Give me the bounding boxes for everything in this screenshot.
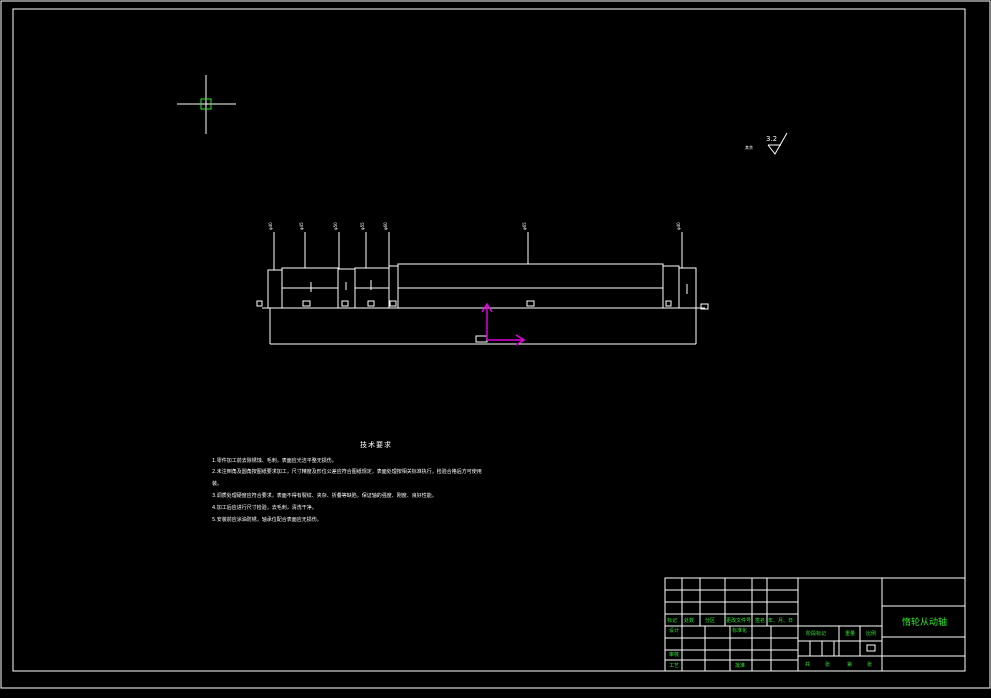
tb-label: 张 (825, 661, 830, 668)
tb-label: 标记 (667, 617, 677, 624)
tb-label: 设计 (669, 627, 679, 634)
roughness-symbol: 其余 3.2 (745, 132, 788, 155)
tb-label: 批准 (735, 662, 745, 669)
tb-label: 标准化 (732, 627, 747, 634)
dim-label: φ45 (299, 222, 304, 230)
title-block-labels: 标记 处数 分区 更改文件号 签名 年、月、日 设计 审核 工艺 标准化 批准 … (667, 616, 947, 669)
tb-label: 分区 (705, 617, 715, 624)
dim-label: φ60 (383, 222, 388, 230)
tech-note: 5.安装前应涂油防锈，轴承位配合表面应无损伤。 (212, 517, 322, 523)
tb-label: 张 (867, 661, 872, 668)
tb-label: 比例 (866, 630, 876, 637)
tech-note: 4.加工后应进行尺寸检验，去毛刺，清洗干净。 (212, 505, 317, 511)
tb-label: 重量 (845, 630, 855, 637)
tb-label: 工艺 (669, 663, 679, 669)
crosshair-cursor-icon[interactable] (177, 75, 236, 134)
tb-label: 共 (805, 661, 810, 668)
dim-label: φ50 (333, 222, 338, 230)
tech-note: 装。 (212, 481, 223, 487)
tb-label: 审核 (669, 651, 679, 658)
tech-note: 2.未注倒角及圆角按图纸要求加工，尺寸精度及形位公差应符合图纸规定，表面处理按相… (212, 469, 482, 475)
dim-label: φ65 (522, 222, 527, 230)
tech-note: 1.零件加工前去除锈蚀、毛刺，表面应光洁平整无损伤。 (212, 458, 337, 464)
dim-label: φ40 (268, 222, 273, 230)
dim-label: φ40 (676, 222, 681, 230)
shaft-drawing (256, 232, 709, 345)
tb-label: 处数 (684, 617, 694, 624)
tb-label: 签名 (755, 617, 765, 624)
cad-drawing-canvas: 其余 3.2 φ40 φ45 φ50 φ55 φ60 φ65 φ40 标记 处数… (0, 0, 991, 689)
part-name: 惰轮从动轴 (902, 616, 947, 628)
diameter-labels: φ40 φ45 φ50 φ55 φ60 φ65 φ40 (268, 222, 681, 230)
tb-label: 第 (847, 661, 852, 668)
tech-note: 3.调质处理硬度应符合要求，表面不得有裂纹、夹杂、折叠等缺陷，保证轴的强度、刚度… (212, 493, 437, 499)
ucs-axis-icon (481, 302, 526, 346)
dim-label: φ55 (360, 222, 365, 230)
roughness-prefix: 其余 (745, 144, 753, 150)
tb-label: 更改文件号 (726, 617, 751, 624)
tb-label: 年、月、日 (768, 617, 793, 624)
tech-requirements-title: 技术要求 (360, 441, 392, 449)
tb-label: 阶段标记 (806, 630, 826, 637)
roughness-value: 3.2 (766, 135, 777, 143)
